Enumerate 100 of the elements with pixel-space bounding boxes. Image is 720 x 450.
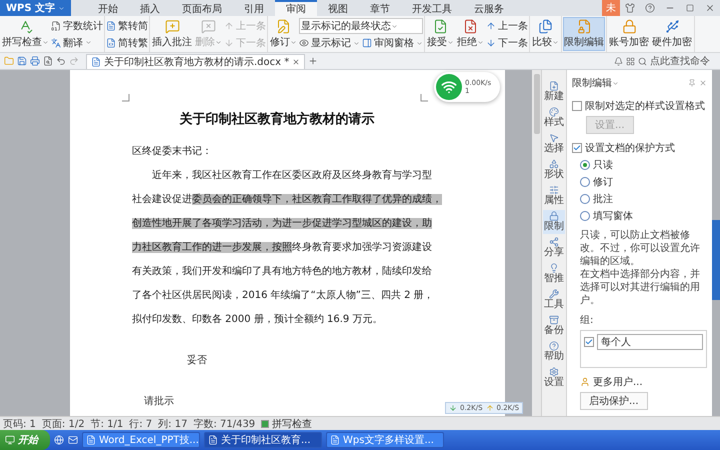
archive-icon [549, 315, 559, 325]
ribbon-button[interactable]: 审阅窗格 [362, 36, 423, 50]
user-icon [580, 377, 590, 387]
usb-icon [664, 19, 680, 34]
ribbon-button[interactable]: 插入批注 [151, 17, 193, 51]
start-protection-button[interactable]: 启动保护... [580, 392, 648, 410]
bell-icon [614, 56, 623, 66]
caret-icon [290, 38, 297, 46]
menu-tab[interactable]: 视图 [317, 0, 360, 16]
grid-icon [626, 56, 635, 66]
side-tool-button[interactable]: 形状 [543, 158, 565, 182]
caret-icon [391, 22, 398, 30]
side-tool-button[interactable]: 限制 [543, 210, 565, 234]
document-icon [106, 20, 116, 30]
document-tab[interactable]: 关于印制社区教育地方教材的请示.docx * [86, 54, 306, 68]
share-icon [549, 237, 559, 247]
side-tool-button[interactable]: 新建 [543, 80, 565, 104]
more-users-link[interactable]: 更多用户... [593, 375, 643, 389]
description-text: 只读，可以防止文档被修改。不过，你可以设置允许编辑的区域。 [580, 229, 701, 268]
ribbon-button[interactable]: 硬件加密 [651, 17, 693, 51]
side-tool-button[interactable]: 设置 [543, 366, 565, 390]
ribbon-button[interactable]: 接受 [426, 17, 455, 51]
side-tool-button[interactable]: 智推 [543, 262, 565, 286]
ribbon-button[interactable]: 翻译 [51, 36, 103, 50]
pin-icon [688, 79, 696, 87]
lightbulb-icon [549, 263, 559, 273]
mail-icon [68, 435, 78, 445]
up-arrow-icon [486, 20, 496, 30]
side-tool-button[interactable]: 备份 [543, 314, 565, 338]
user-name-field[interactable]: 每个人 [597, 334, 703, 350]
salutation-text: 区终促委末书记： [132, 144, 213, 159]
menu-tab[interactable]: 章节 [359, 0, 402, 16]
comment-icon [201, 19, 216, 34]
cross-document-icon [463, 19, 478, 34]
menu-tab[interactable]: 审阅 [275, 0, 318, 16]
caret-icon [447, 38, 454, 46]
caret-icon [612, 80, 619, 86]
ribbon-button[interactable]: 下一条 [486, 36, 528, 50]
menu-tab[interactable]: 开发工具 [401, 0, 464, 16]
scrollbar[interactable] [532, 70, 541, 416]
mode-radio[interactable]: 填写窗体 [580, 209, 707, 223]
caret-icon [215, 38, 222, 46]
ribbon-button[interactable]: 修订 [269, 17, 298, 51]
mode-radio[interactable]: 只读 [580, 158, 707, 172]
close-icon [699, 79, 707, 87]
side-tool-button[interactable]: 属性 [543, 184, 565, 208]
comment-icon [164, 19, 180, 34]
mode-radio[interactable]: 批注 [580, 192, 707, 206]
crop-mark-icon [122, 94, 130, 102]
mode-radio[interactable]: 修订 [580, 175, 707, 189]
ribbon-button[interactable]: 字数统计 [51, 18, 103, 32]
group-label: 组: [580, 314, 594, 327]
menu-tab[interactable]: 插入 [129, 0, 172, 16]
lock-icon [622, 19, 636, 34]
start-button[interactable]: 开始 [0, 430, 50, 450]
search-field[interactable]: 点此查找命令 [650, 56, 716, 66]
menu-tab[interactable]: 云服务 [463, 0, 516, 16]
document-icon [91, 56, 101, 66]
palette-icon [549, 107, 559, 117]
caret-icon [552, 38, 559, 46]
markup-select[interactable]: 显示标记的最终状态 [299, 18, 423, 34]
lock-icon [549, 211, 559, 221]
ribbon-button[interactable]: 拼写检查 [1, 17, 50, 51]
document-title: 关于印制社区教育地方教材的请示 [178, 110, 376, 128]
taskbar-button[interactable]: Word_Excel_PPT技... [82, 432, 200, 448]
status-text: 页面: 1/2 [42, 418, 85, 430]
spell-check-toggle[interactable]: 拼写检查 [261, 416, 312, 430]
ribbon-button[interactable]: 上一条 [486, 18, 528, 32]
status-text: 列: 17 [158, 418, 188, 430]
side-tool-button[interactable]: 分享 [543, 236, 565, 260]
taskbar-button[interactable]: Wps文字多样设置... [326, 432, 444, 448]
ribbon-button[interactable]: 比较 [531, 17, 560, 51]
menu-tab[interactable]: 页面布局 [171, 0, 234, 16]
ribbon-button[interactable]: 简转繁 [106, 36, 148, 50]
document-icon [106, 38, 116, 48]
menu-tab[interactable]: 引用 [233, 0, 276, 16]
menu-tab[interactable]: 开始 [87, 0, 130, 16]
printer-icon [30, 56, 40, 66]
pen-document-icon [276, 19, 291, 34]
side-tool-button[interactable]: 工具 [543, 288, 565, 312]
status-text: 页码: 1 [3, 418, 36, 430]
globe-icon [54, 435, 64, 445]
check-icon [573, 144, 581, 152]
closing-text: 妥否 [187, 354, 207, 368]
panel-title: 限制编辑 [572, 76, 619, 90]
ribbon-button[interactable]: 拒绝 [456, 17, 485, 51]
ribbon-button[interactable]: 显示标记 [299, 36, 360, 50]
format-limit-checkbox[interactable]: 限制对选定的样式设置格式 [572, 99, 707, 113]
side-tool-button[interactable]: 样式 [543, 106, 565, 130]
ribbon-button[interactable]: 繁转简 [106, 18, 148, 32]
ribbon-button[interactable]: 限制编辑 [563, 17, 605, 51]
side-tool-button[interactable]: 帮助 [543, 340, 565, 364]
side-tool-button[interactable]: 选择 [543, 132, 565, 156]
protection-checkbox[interactable]: 设置文档的保护方式 [572, 141, 707, 155]
documents-icon [538, 19, 553, 34]
app-menu-button[interactable]: WPS 文字 [0, 0, 72, 16]
taskbar-button[interactable]: 关于印制社区教育... [204, 432, 322, 448]
ribbon-button[interactable]: 账号加密 [608, 17, 650, 51]
user-checkbox[interactable] [584, 337, 594, 347]
redo-icon [69, 56, 79, 66]
